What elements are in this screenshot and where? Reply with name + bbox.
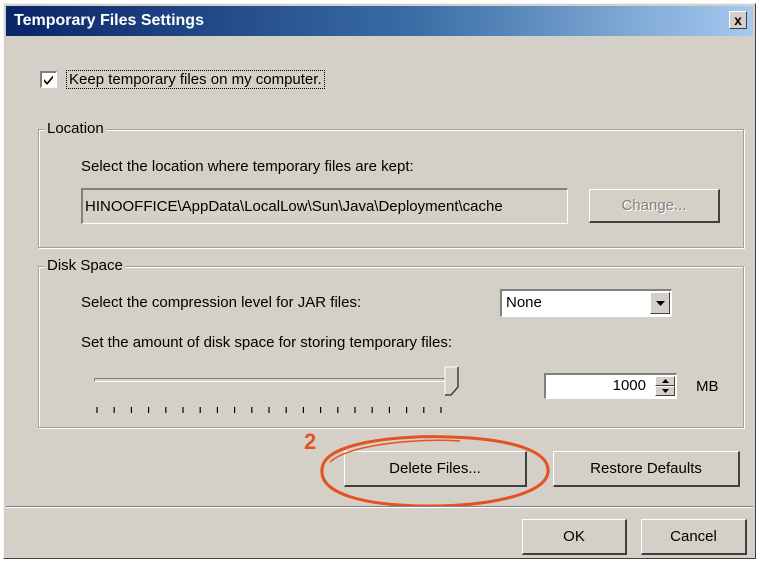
- restore-defaults-button[interactable]: Restore Defaults: [553, 451, 740, 487]
- cancel-label: Cancel: [670, 528, 717, 545]
- disk-space-slider-thumb[interactable]: [444, 366, 460, 396]
- cache-path-value: HINOOFFICE\AppData\LocalLow\Sun\Java\Dep…: [85, 198, 503, 215]
- disk-amount-value: 1000: [612, 377, 646, 394]
- dialog-title: Temporary Files Settings: [14, 12, 204, 29]
- title-bar[interactable]: Temporary Files Settings x: [6, 6, 753, 36]
- chevron-down-icon: [655, 300, 665, 306]
- keep-files-row[interactable]: Keep temporary files on my computer.: [40, 70, 325, 89]
- temporary-files-dialog: Temporary Files Settings x Keep temporar…: [3, 3, 756, 559]
- keep-files-label[interactable]: Keep temporary files on my computer.: [66, 70, 325, 89]
- disk-amount-label: Set the amount of disk space for storing…: [81, 334, 453, 351]
- location-legend: Location: [45, 120, 106, 137]
- keep-files-checkbox[interactable]: [40, 71, 57, 88]
- spin-up-button[interactable]: [655, 376, 675, 386]
- unit-label: MB: [696, 378, 719, 395]
- footer-separator: [6, 506, 753, 508]
- arrow-down-icon: [661, 389, 669, 393]
- cache-path-field[interactable]: HINOOFFICE\AppData\LocalLow\Sun\Java\Dep…: [81, 188, 568, 224]
- dropdown-arrow-button[interactable]: [650, 292, 670, 314]
- arrow-up-icon: [661, 379, 669, 383]
- compression-value: None: [506, 294, 542, 311]
- cancel-button[interactable]: Cancel: [641, 519, 747, 555]
- slider-ticks: [96, 407, 442, 413]
- compression-select[interactable]: None: [500, 289, 672, 317]
- ok-button[interactable]: OK: [522, 519, 627, 555]
- compression-label: Select the compression level for JAR fil…: [81, 294, 362, 311]
- change-button-label: Change...: [621, 197, 687, 214]
- disk-space-legend: Disk Space: [45, 257, 125, 274]
- close-button[interactable]: x: [729, 11, 747, 29]
- spinner-buttons: [655, 376, 675, 397]
- close-icon: x: [734, 12, 742, 28]
- disk-space-slider-track[interactable]: [94, 378, 456, 382]
- highlight-ellipse: [320, 435, 550, 508]
- checkmark-icon: [44, 75, 53, 85]
- location-description: Select the location where temporary file…: [81, 158, 414, 175]
- restore-defaults-label: Restore Defaults: [590, 460, 702, 477]
- ok-label: OK: [563, 528, 585, 545]
- change-button[interactable]: Change...: [589, 189, 720, 223]
- spin-down-button[interactable]: [655, 386, 675, 396]
- disk-amount-spinner[interactable]: 1000: [544, 373, 677, 399]
